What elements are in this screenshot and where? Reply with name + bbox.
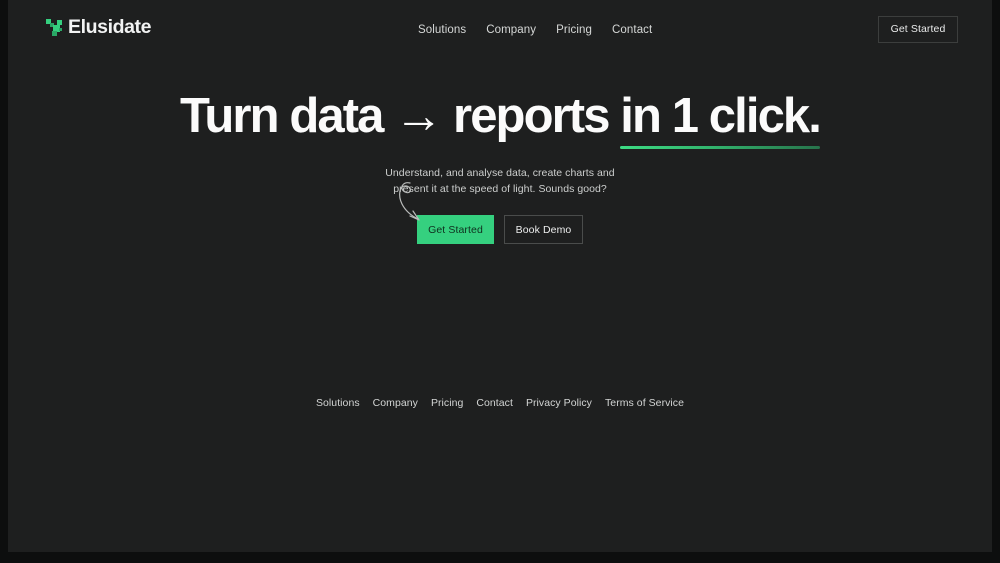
headline-arrow-glyph: → bbox=[394, 89, 443, 143]
site-footer: Solutions Company Pricing Contact Privac… bbox=[8, 396, 992, 410]
hero-subtitle-line-1: Understand, and analyse data, create cha… bbox=[385, 167, 615, 179]
hero-get-started-button[interactable]: Get Started bbox=[417, 215, 494, 244]
headline-text-1: Turn data bbox=[179, 89, 395, 143]
footer-link-privacy-policy[interactable]: Privacy Policy bbox=[526, 396, 605, 410]
sprout-logo-icon bbox=[46, 19, 62, 36]
page-frame: Elusidate Solutions Company Pricing Cont… bbox=[8, 0, 992, 552]
nav-item-solutions[interactable]: Solutions bbox=[418, 23, 486, 37]
hero-actions: Get Started Book Demo bbox=[8, 215, 992, 244]
footer-link-contact[interactable]: Contact bbox=[476, 396, 526, 410]
footer-link-pricing[interactable]: Pricing bbox=[431, 396, 476, 410]
footer-link-solutions[interactable]: Solutions bbox=[316, 396, 373, 410]
footer-link-terms-of-service[interactable]: Terms of Service bbox=[605, 396, 684, 410]
footer-link-company[interactable]: Company bbox=[373, 396, 431, 410]
header-get-started-button[interactable]: Get Started bbox=[878, 16, 958, 43]
hero-headline: Turn data → reports in 1 click. bbox=[8, 88, 992, 149]
site-header: Elusidate Solutions Company Pricing Cont… bbox=[8, 0, 992, 59]
main-nav: Solutions Company Pricing Contact bbox=[418, 23, 670, 37]
headline-text-2: reports bbox=[441, 89, 621, 143]
brand-logo[interactable]: Elusidate bbox=[46, 16, 152, 38]
nav-item-company[interactable]: Company bbox=[486, 23, 556, 37]
hero-subtitle: Understand, and analyse data, create cha… bbox=[8, 166, 992, 197]
hero-book-demo-button[interactable]: Book Demo bbox=[504, 215, 583, 244]
footer-nav: Solutions Company Pricing Contact Privac… bbox=[316, 396, 684, 410]
nav-item-contact[interactable]: Contact bbox=[612, 23, 670, 37]
hero-subtitle-line-2: present it at the speed of light. Sounds… bbox=[393, 182, 607, 195]
brand-name: Elusidate bbox=[68, 16, 152, 38]
headline-highlight: in 1 click. bbox=[620, 88, 822, 149]
hero-section: Turn data → reports in 1 click. Understa… bbox=[8, 88, 992, 244]
nav-item-pricing[interactable]: Pricing bbox=[556, 23, 612, 37]
